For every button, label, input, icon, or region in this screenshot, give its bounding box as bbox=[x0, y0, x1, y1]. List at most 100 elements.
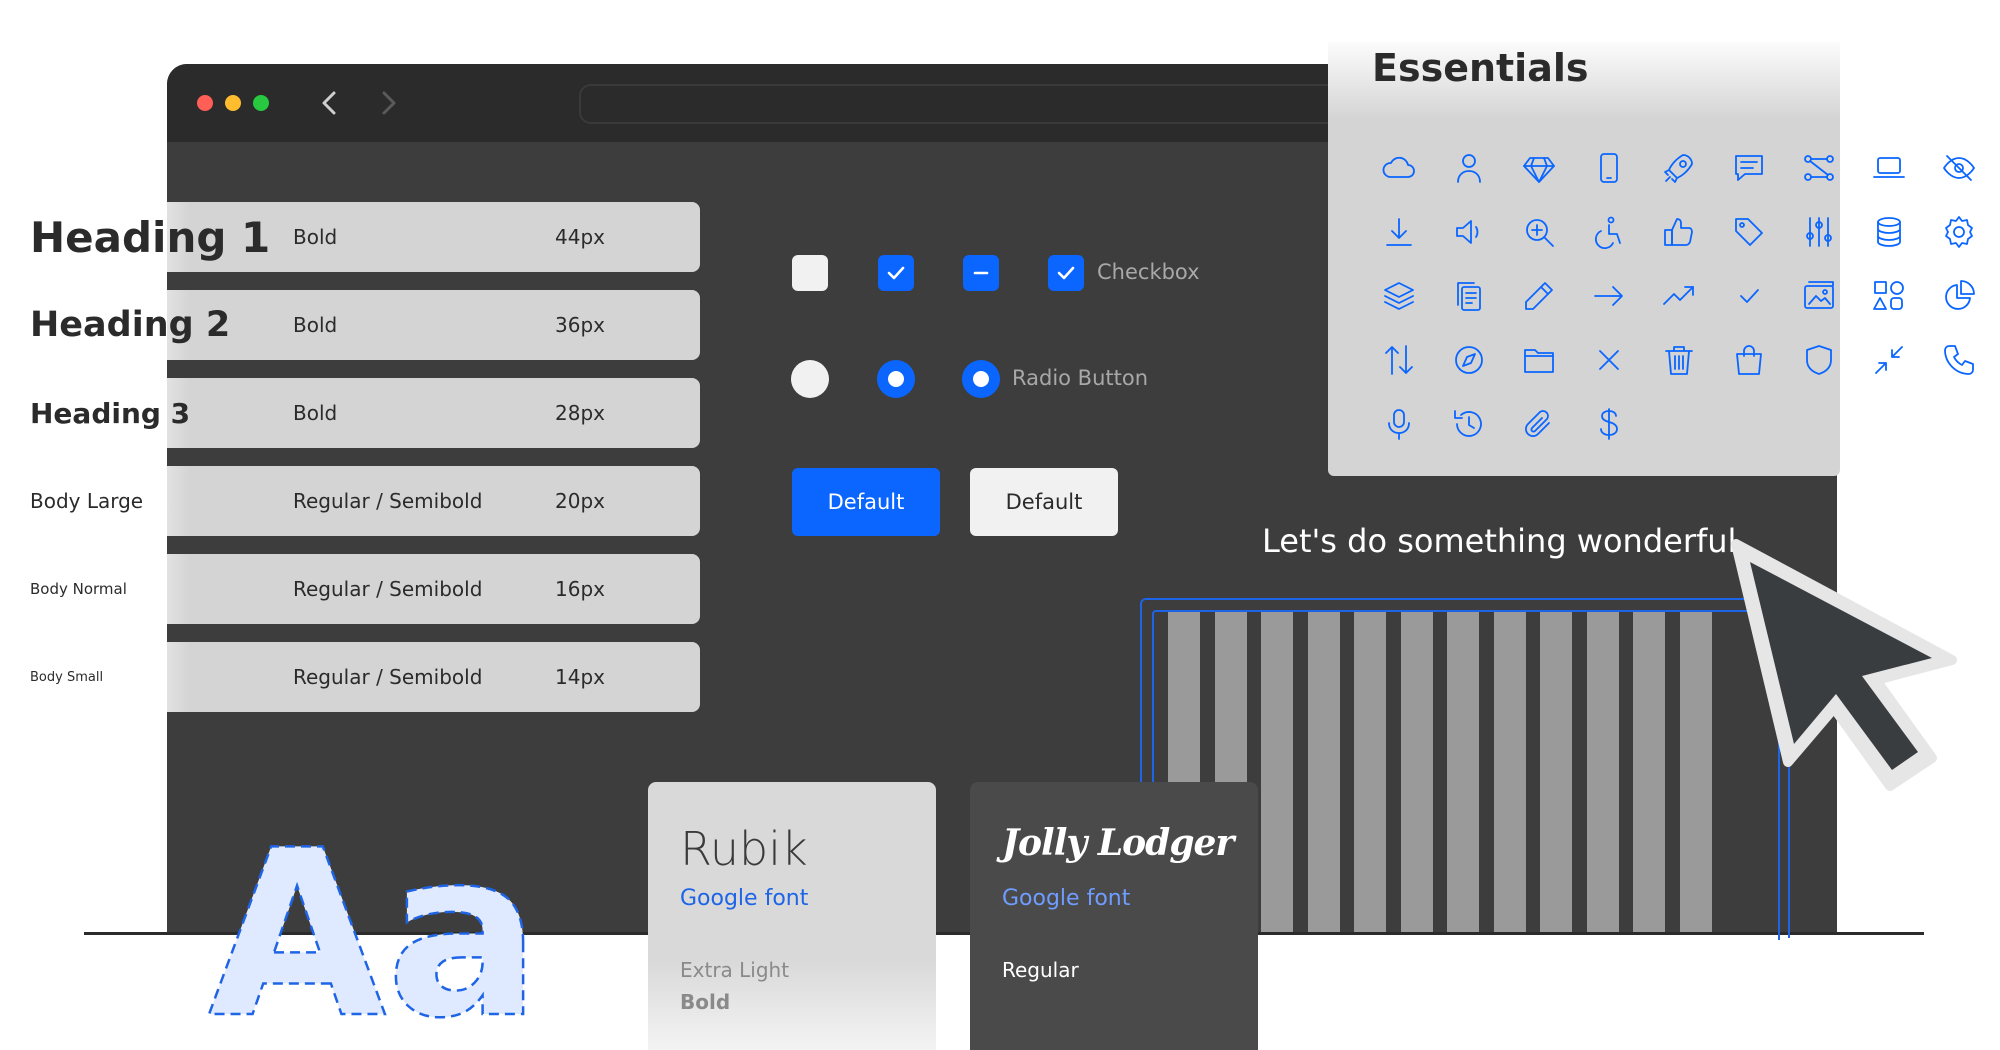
minimize-icon[interactable] bbox=[1854, 328, 1924, 392]
type-weight: Regular / Semibold bbox=[293, 489, 483, 513]
radio-labeled[interactable] bbox=[962, 360, 1000, 398]
back-button[interactable] bbox=[313, 86, 347, 120]
type-row-heading-1: Heading 1 Bold 44px bbox=[0, 202, 700, 272]
type-weight: Bold bbox=[293, 313, 338, 337]
message-icon[interactable] bbox=[1714, 136, 1784, 200]
font-card-jolly-lodger: Jolly Lodger Google font Regular bbox=[970, 782, 1258, 1050]
type-row-heading-2: Heading 2 Bold 36px bbox=[0, 290, 700, 360]
paperclip-icon[interactable] bbox=[1504, 392, 1574, 456]
sliders-icon[interactable] bbox=[1784, 200, 1854, 264]
dollar-icon[interactable] bbox=[1574, 392, 1644, 456]
type-row-body-small: Body Small Regular / Semibold 14px bbox=[0, 642, 700, 712]
chevron-right-icon bbox=[382, 91, 396, 115]
laptop-icon[interactable] bbox=[1854, 136, 1924, 200]
secondary-default-button[interactable]: Default bbox=[970, 468, 1118, 536]
download-icon[interactable] bbox=[1364, 200, 1434, 264]
layout-grid-column bbox=[1400, 612, 1433, 932]
type-weight: Regular / Semibold bbox=[293, 665, 483, 689]
pencil-icon[interactable] bbox=[1504, 264, 1574, 328]
google-font-link[interactable]: Google font bbox=[680, 886, 808, 911]
google-font-link[interactable]: Google font bbox=[1002, 886, 1130, 911]
microphone-icon[interactable] bbox=[1364, 392, 1434, 456]
checkbox-indeterminate[interactable] bbox=[963, 255, 999, 291]
layout-grid-column bbox=[1261, 612, 1293, 932]
close-window-button[interactable] bbox=[197, 95, 213, 111]
font-weight-bold: Bold bbox=[680, 990, 731, 1014]
type-size: 20px bbox=[555, 489, 605, 513]
primary-default-button[interactable]: Default bbox=[792, 468, 940, 536]
check-icon bbox=[1057, 266, 1075, 280]
type-size: 14px bbox=[555, 665, 605, 689]
type-name: Heading 1 bbox=[30, 212, 271, 262]
arrow-right-icon[interactable] bbox=[1574, 264, 1644, 328]
copy-icon[interactable] bbox=[1434, 264, 1504, 328]
accessibility-icon[interactable] bbox=[1574, 200, 1644, 264]
checkbox-label: Checkbox bbox=[1097, 260, 1200, 284]
settings-icon[interactable] bbox=[1924, 200, 1994, 264]
font-name: Jolly Lodger bbox=[1002, 822, 1234, 864]
shopping-bag-icon[interactable] bbox=[1714, 328, 1784, 392]
volume-icon[interactable] bbox=[1434, 200, 1504, 264]
forward-button[interactable] bbox=[371, 86, 405, 120]
radio-unselected[interactable] bbox=[791, 360, 829, 398]
compass-icon[interactable] bbox=[1434, 328, 1504, 392]
trending-up-icon[interactable] bbox=[1644, 264, 1714, 328]
zoom-in-icon[interactable] bbox=[1504, 200, 1574, 264]
sort-arrows-icon[interactable] bbox=[1364, 328, 1434, 392]
layout-grid-column bbox=[1679, 612, 1712, 932]
diamond-icon[interactable] bbox=[1504, 136, 1574, 200]
checkbox-checked[interactable] bbox=[878, 255, 914, 291]
zoom-window-button[interactable] bbox=[253, 95, 269, 111]
type-row-bar bbox=[167, 378, 700, 448]
type-row-body-large: Body Large Regular / Semibold 20px bbox=[0, 466, 700, 536]
type-size: 28px bbox=[555, 401, 605, 425]
type-size: 36px bbox=[555, 313, 605, 337]
layers-icon[interactable] bbox=[1364, 264, 1434, 328]
radio-dot bbox=[888, 371, 904, 387]
smartphone-icon[interactable] bbox=[1574, 136, 1644, 200]
image-gallery-icon[interactable] bbox=[1784, 264, 1854, 328]
minimize-window-button[interactable] bbox=[225, 95, 241, 111]
check-icon[interactable] bbox=[1714, 264, 1784, 328]
tag-icon[interactable] bbox=[1714, 200, 1784, 264]
folder-icon[interactable] bbox=[1504, 328, 1574, 392]
essentials-title: Essentials bbox=[1372, 46, 1589, 90]
radio-selected[interactable] bbox=[877, 360, 915, 398]
checkbox-labeled[interactable] bbox=[1048, 255, 1084, 291]
font-weight-regular: Regular bbox=[1002, 958, 1079, 982]
shapes-icon[interactable] bbox=[1854, 264, 1924, 328]
layout-grid-column bbox=[1633, 612, 1665, 932]
checkbox-unchecked[interactable] bbox=[792, 255, 828, 291]
trash-icon[interactable] bbox=[1644, 328, 1714, 392]
user-icon[interactable] bbox=[1434, 136, 1504, 200]
eye-off-icon[interactable] bbox=[1924, 136, 1994, 200]
type-weight: Bold bbox=[293, 401, 338, 425]
font-name: Rubik bbox=[680, 822, 808, 876]
rocket-icon[interactable] bbox=[1644, 136, 1714, 200]
check-icon bbox=[887, 266, 905, 280]
phone-icon[interactable] bbox=[1924, 328, 1994, 392]
type-size: 16px bbox=[555, 577, 605, 601]
font-weight-extra-light: Extra Light bbox=[680, 958, 790, 982]
type-name: Body Small bbox=[30, 669, 104, 685]
type-row-bar bbox=[167, 290, 700, 360]
layout-grid-column bbox=[1540, 612, 1572, 932]
layout-grid-column bbox=[1307, 612, 1340, 932]
database-icon[interactable] bbox=[1854, 200, 1924, 264]
thumbs-up-icon[interactable] bbox=[1644, 200, 1714, 264]
shield-icon[interactable] bbox=[1784, 328, 1854, 392]
layout-grid-column bbox=[1354, 612, 1386, 932]
radio-label: Radio Button bbox=[1012, 366, 1149, 390]
type-row-body-normal: Body Normal Regular / Semibold 16px bbox=[0, 554, 700, 624]
type-name: Heading 3 bbox=[30, 396, 191, 430]
pie-chart-icon[interactable] bbox=[1924, 264, 1994, 328]
cloud-icon[interactable] bbox=[1364, 136, 1434, 200]
type-weight: Bold bbox=[293, 225, 338, 249]
typeface-specimen-aa: Aa Aa bbox=[207, 810, 543, 1030]
share-nodes-icon[interactable] bbox=[1784, 136, 1854, 200]
history-icon[interactable] bbox=[1434, 392, 1504, 456]
minus-icon bbox=[973, 271, 989, 275]
specimen-outline: Aa bbox=[208, 810, 541, 1030]
close-icon[interactable] bbox=[1574, 328, 1644, 392]
radio-dot bbox=[973, 371, 989, 387]
